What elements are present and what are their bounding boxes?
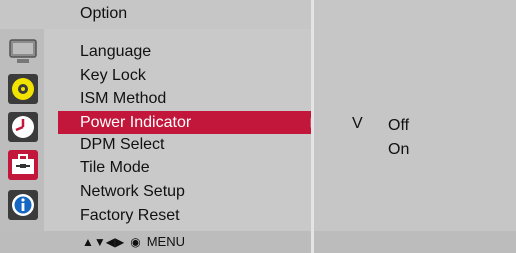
menu-title: Option [80,5,128,22]
ok-button-icon: ◉ [130,234,141,249]
menu-item-network-setup[interactable]: Network Setup [80,183,185,201]
osd-menu: Option Language Key Lock ISM Method Powe… [0,0,516,253]
menu-item-dpm-select[interactable]: DPM Select [80,136,164,154]
option-icon[interactable] [7,149,39,181]
footer-bar-right [314,231,516,253]
menu-hint-label: MENU [146,234,185,249]
option-on[interactable]: On [388,141,409,159]
panel-divider [311,0,314,253]
navigation-hint: ▲▼◀▶ ◉ MENU [82,234,185,249]
menu-item-tile-mode[interactable]: Tile Mode [80,159,150,177]
menu-item-key-lock[interactable]: Key Lock [80,67,146,85]
information-icon[interactable] [7,189,39,221]
option-menu-panel: Language Key Lock ISM Method Power Indic… [44,29,330,231]
menu-item-language[interactable]: Language [80,43,151,61]
audio-icon[interactable] [7,73,39,105]
submenu-panel: V Off On [314,29,516,231]
header-bar-right [314,0,516,29]
picture-icon[interactable] [7,36,39,68]
check-mark-icon: V [352,115,363,132]
menu-item-factory-reset[interactable]: Factory Reset [80,207,180,225]
header-bar: Option [0,0,311,29]
time-icon[interactable] [7,111,39,143]
navigation-arrows-icon: ▲▼◀▶ [82,234,125,249]
category-icon-column [0,29,44,231]
menu-item-power-indicator-label: Power Indicator [80,114,192,131]
option-off[interactable]: Off [388,117,409,135]
menu-item-ism-method[interactable]: ISM Method [80,90,166,108]
menu-item-power-indicator[interactable]: Power Indicator ▶ [58,111,330,134]
